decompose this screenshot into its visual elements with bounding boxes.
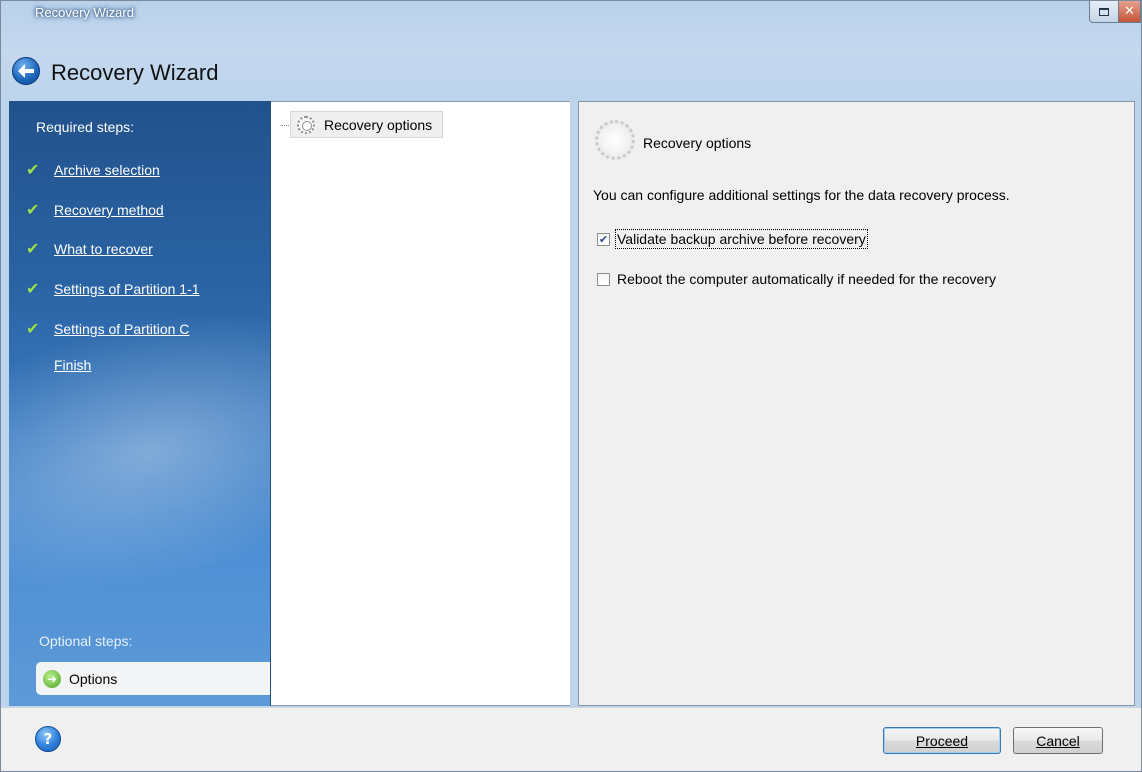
panel-description: You can configure additional settings fo… xyxy=(593,187,1010,203)
step-link[interactable]: Settings of Partition 1-1 xyxy=(54,281,200,297)
wizard-header: Recovery Wizard xyxy=(1,31,1141,101)
options-tree: Recovery options xyxy=(271,101,570,706)
back-arrow-icon xyxy=(18,64,34,78)
step-settings-partition-1-1[interactable]: ✔ Settings of Partition 1-1 xyxy=(26,277,200,301)
close-icon: ✕ xyxy=(1124,4,1135,19)
wizard-footer: ? Proceed Cancel xyxy=(1,707,1141,771)
window-title: Recovery Wizard xyxy=(35,5,134,20)
recovery-wizard-window: Recovery Wizard ✕ Recovery Wizard Requir… xyxy=(0,0,1142,772)
proceed-button[interactable]: Proceed xyxy=(883,727,1001,754)
proceed-label: Proceed xyxy=(915,732,969,749)
step-settings-partition-c[interactable]: ✔ Settings of Partition C xyxy=(26,317,189,341)
checkmark-icon: ✔ xyxy=(26,281,40,298)
wizard-title: Recovery Wizard xyxy=(51,60,219,85)
step-link[interactable]: What to recover xyxy=(54,241,153,257)
maximize-icon xyxy=(1099,7,1109,16)
checkmark-icon: ✔ xyxy=(26,162,40,179)
panel-title: Recovery options xyxy=(643,135,752,151)
step-link[interactable]: Finish xyxy=(54,357,91,373)
cancel-label: Cancel xyxy=(1036,732,1080,749)
reboot-checkbox[interactable] xyxy=(597,272,610,286)
gear-icon xyxy=(297,115,315,134)
help-icon[interactable]: ? xyxy=(35,726,61,752)
validate-archive-label[interactable]: Validate backup archive before recovery xyxy=(615,229,868,249)
steps-sidebar: Required steps: ✔ Archive selection ✔ Re… xyxy=(9,101,271,706)
step-finish[interactable]: Finish xyxy=(26,353,91,377)
step-recovery-method[interactable]: ✔ Recovery method xyxy=(26,198,164,222)
validate-archive-checkbox[interactable]: ✔ xyxy=(597,232,610,246)
sidebar-item-label: Options xyxy=(69,670,118,687)
back-button[interactable] xyxy=(12,57,40,85)
checkmark-icon: ✔ xyxy=(26,202,40,219)
optional-steps-heading: Optional steps: xyxy=(39,633,133,649)
step-link[interactable]: Recovery method xyxy=(54,202,164,218)
step-link[interactable]: Archive selection xyxy=(54,162,160,178)
step-link[interactable]: Settings of Partition C xyxy=(54,321,189,337)
checkmark-icon: ✔ xyxy=(26,321,40,338)
options-panel: Recovery options You can configure addit… xyxy=(578,101,1135,706)
validate-archive-option[interactable]: ✔ Validate backup archive before recover… xyxy=(597,229,868,249)
step-archive-selection[interactable]: ✔ Archive selection xyxy=(26,158,160,182)
required-steps-heading: Required steps: xyxy=(36,119,135,135)
cancel-button[interactable]: Cancel xyxy=(1013,727,1103,754)
reboot-option[interactable]: Reboot the computer automatically if nee… xyxy=(597,271,996,287)
reboot-label[interactable]: Reboot the computer automatically if nee… xyxy=(617,271,996,287)
title-bar: Recovery Wizard ✕ xyxy=(1,1,1141,31)
sidebar-item-options[interactable]: ➜ Options xyxy=(36,662,270,695)
gear-icon xyxy=(595,120,635,160)
arrow-right-icon: ➜ xyxy=(43,669,61,688)
checkmark-icon: ✔ xyxy=(26,241,40,258)
maximize-button[interactable] xyxy=(1089,1,1119,23)
wizard-body: Required steps: ✔ Archive selection ✔ Re… xyxy=(9,101,1135,706)
tree-node-recovery-options[interactable]: Recovery options xyxy=(290,111,444,138)
close-button[interactable]: ✕ xyxy=(1119,1,1141,23)
window-controls: ✕ xyxy=(1089,1,1141,23)
tree-node-label: Recovery options xyxy=(324,116,433,133)
step-what-to-recover[interactable]: ✔ What to recover xyxy=(26,237,153,261)
